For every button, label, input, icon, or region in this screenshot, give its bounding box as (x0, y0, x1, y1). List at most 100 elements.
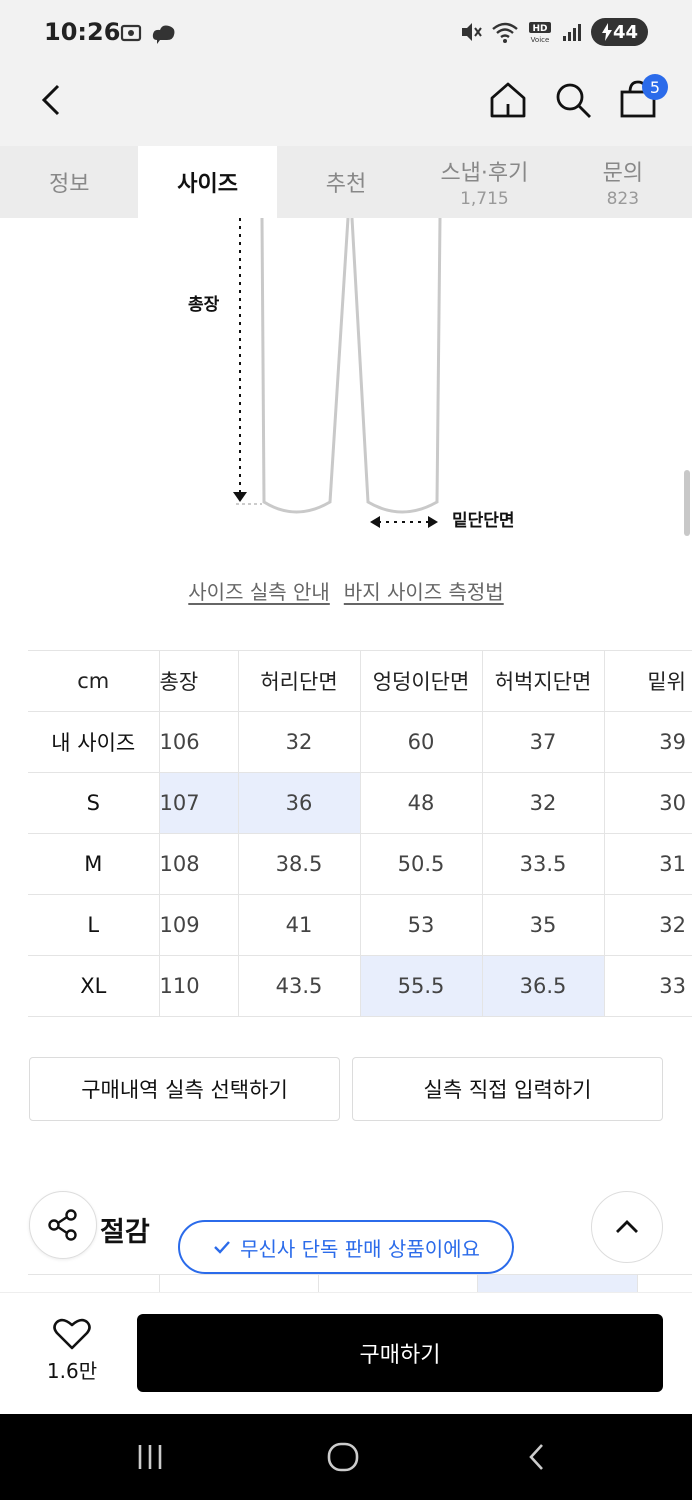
size-table: cm 총장 허리단면 엉덩이단면 허벅지단면 밑위 내 사이즈 106 32 6… (28, 650, 692, 1017)
cart-button[interactable]: 5 (618, 74, 668, 120)
select-from-purchase-history-button[interactable]: 구매내역 실측 선택하기 (29, 1057, 340, 1121)
table-cell: 31 (604, 833, 692, 895)
row-label: M (28, 833, 160, 895)
system-nav-bar (0, 1414, 692, 1500)
battery-indicator: 44 (590, 18, 648, 46)
tab-reviews[interactable]: 스냅·후기 1,715 (415, 146, 553, 218)
scrollbar[interactable] (684, 470, 690, 536)
tab-count: 1,715 (460, 189, 509, 209)
exclusive-sale-text: 무신사 단독 판매 상품이에요 (240, 1236, 480, 1261)
column-header: 허벅지단면 (482, 650, 605, 712)
product-tabs: 정보 사이즈 추천 스냅·후기 1,715 문의 823 (0, 146, 692, 218)
share-icon (48, 1209, 77, 1241)
table-cell: 48 (360, 772, 483, 834)
table-row[interactable]: XL 110 43.5 55.5 36.5 33 (28, 955, 692, 1017)
back-button[interactable] (34, 80, 74, 120)
section-heading: 절감 (100, 1217, 150, 1248)
size-guide-links: 사이즈 실측 안내 바지 사이즈 측정법 (0, 576, 692, 605)
table-cell: 32 (238, 711, 361, 773)
table-row[interactable]: 내 사이즈 106 32 60 37 39 (28, 711, 692, 773)
table-cell: 109 (159, 894, 239, 956)
row-label: L (28, 894, 160, 956)
hem-width-label: 밑단단면 (452, 511, 515, 531)
recent-apps-button[interactable] (125, 1434, 175, 1480)
tab-label: 스냅·후기 (440, 161, 529, 186)
signal-icon (562, 24, 581, 41)
status-bar: 10:26 HD Voice 44 (0, 0, 692, 66)
scroll-to-top-button[interactable] (591, 1191, 663, 1263)
table-row[interactable]: S 107 36 48 32 30 (28, 772, 692, 834)
back-nav-button[interactable] (512, 1434, 562, 1480)
row-label: S (28, 772, 160, 834)
chevron-up-icon (616, 1220, 638, 1233)
purchase-bar: 1.6만 구매하기 (0, 1292, 692, 1414)
like-button[interactable]: 1.6만 (36, 1317, 108, 1389)
column-header: 엉덩이단면 (360, 650, 483, 712)
table-cell: 108 (159, 833, 239, 895)
table-cell: 41 (238, 894, 361, 956)
buy-button[interactable]: 구매하기 (137, 1314, 663, 1392)
exclusive-sale-badge[interactable]: 무신사 단독 판매 상품이에요 (178, 1220, 514, 1274)
size-diagram: 총장 밑단단면 (0, 217, 692, 548)
table-cell: 32 (482, 772, 605, 834)
tab-label: 문의 (602, 161, 644, 186)
share-button[interactable] (29, 1191, 97, 1259)
table-cell: 37 (482, 711, 605, 773)
home-icon (490, 82, 526, 118)
app-header: 5 (0, 66, 692, 146)
table-cell: 33.5 (482, 833, 605, 895)
table-cell: 32 (604, 894, 692, 956)
charging-icon (601, 23, 612, 41)
table-cell: 36 (238, 772, 361, 834)
table-cell: 55.5 (360, 955, 483, 1017)
svg-text:Voice: Voice (531, 36, 550, 44)
table-cell: 53 (360, 894, 483, 956)
table-row[interactable]: M 108 38.5 50.5 33.5 31 (28, 833, 692, 895)
table-cell: 33 (604, 955, 692, 1017)
table-cell: 60 (360, 711, 483, 773)
tab-count: 823 (606, 189, 640, 209)
tab-inquiry[interactable]: 문의 823 (554, 146, 692, 218)
like-count: 1.6만 (46, 1359, 98, 1383)
battery-level: 44 (612, 21, 638, 43)
table-cell: 106 (159, 711, 239, 773)
wifi-icon (492, 22, 518, 43)
pants-measure-method-link[interactable]: 바지 사이즈 측정법 (344, 576, 504, 605)
unit-header: cm (28, 650, 160, 712)
row-label: XL (28, 955, 160, 1017)
hd-voice-icon: HD Voice (528, 22, 551, 44)
search-button[interactable] (553, 80, 593, 120)
column-header: 총장 (159, 650, 239, 712)
table-row[interactable]: L 109 41 53 35 32 (28, 894, 692, 956)
manual-measurement-input-button[interactable]: 실측 직접 입력하기 (352, 1057, 663, 1121)
tab-info[interactable]: 정보 (0, 146, 138, 218)
tab-label: 사이즈 (177, 172, 238, 197)
cart-count-badge: 5 (642, 74, 668, 100)
row-label: 내 사이즈 (28, 711, 160, 773)
home-button[interactable] (488, 80, 528, 120)
table-cell: 107 (159, 772, 239, 834)
column-header: 밑위 (604, 650, 692, 712)
status-time: 10:26 (44, 18, 121, 46)
heart-icon (53, 1318, 91, 1350)
search-icon (556, 83, 591, 118)
table-header-row: cm 총장 허리단면 엉덩이단면 허벅지단면 밑위 (28, 650, 692, 712)
column-header: 허리단면 (238, 650, 361, 712)
svg-text:HD: HD (532, 24, 547, 34)
home-nav-button[interactable] (318, 1434, 368, 1480)
table-cell: 36.5 (482, 955, 605, 1017)
screenshot-icon (120, 24, 142, 42)
buy-button-label: 구매하기 (359, 1343, 441, 1368)
tab-size[interactable]: 사이즈 (138, 146, 277, 218)
table-row (28, 1274, 692, 1293)
tab-label: 추천 (325, 172, 367, 197)
size-measure-guide-link[interactable]: 사이즈 실측 안내 (188, 576, 330, 605)
table-cell: 38.5 (238, 833, 361, 895)
table-cell: 43.5 (238, 955, 361, 1017)
check-icon (214, 1241, 230, 1254)
button-label: 구매내역 실측 선택하기 (81, 1078, 288, 1102)
home-circle-icon (327, 1442, 359, 1472)
total-length-label: 총장 (188, 295, 220, 315)
button-label: 실측 직접 입력하기 (423, 1078, 592, 1102)
tab-recommend[interactable]: 추천 (277, 146, 415, 218)
